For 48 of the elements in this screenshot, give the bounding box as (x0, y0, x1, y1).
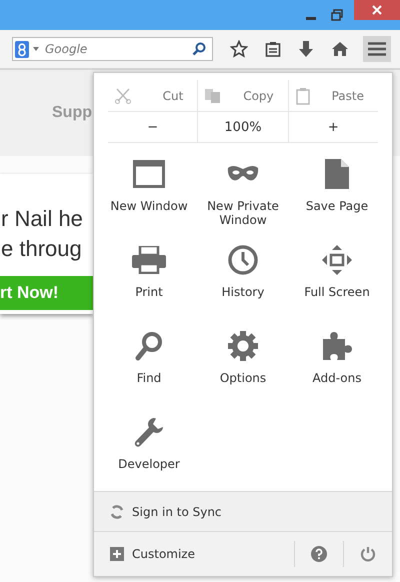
sync-icon (110, 504, 124, 519)
copy-icon (204, 86, 222, 105)
zoom-out-button[interactable]: − (108, 112, 198, 142)
close-icon (371, 4, 383, 16)
headline-text: r Nail he (1, 205, 84, 233)
menu-item[interactable]: Print (102, 243, 196, 330)
search-bar[interactable]: Google (12, 37, 213, 61)
menu-icon (368, 42, 386, 56)
close-button[interactable] (354, 0, 400, 20)
puzzle-icon (321, 331, 353, 362)
clock-icon (228, 245, 258, 276)
scissors-icon (114, 86, 132, 105)
menu-item[interactable]: History (196, 243, 290, 330)
help-icon (311, 546, 327, 562)
minimize-icon (306, 16, 316, 20)
menu-item[interactable]: Options (196, 329, 290, 416)
power-icon (360, 546, 376, 562)
zoom-level: 100% (197, 112, 288, 142)
search-engine-icon[interactable] (15, 40, 29, 58)
page-icon (325, 159, 349, 190)
menu-item[interactable]: Developer (102, 415, 196, 492)
menu-item[interactable]: New Window (102, 157, 196, 244)
customize-button[interactable]: Customize (110, 547, 195, 562)
gear-icon (228, 331, 258, 362)
clipboard-icon (294, 86, 311, 105)
menu-item[interactable]: Find (102, 329, 196, 416)
home-icon[interactable] (331, 41, 349, 57)
printer-icon (132, 246, 166, 274)
caret-icon[interactable] (33, 47, 39, 51)
plus-icon (110, 547, 124, 562)
sign-in-to-sync-button[interactable]: Sign in to Sync (110, 504, 222, 519)
menu-item[interactable]: Full Screen (290, 243, 384, 330)
menu-button[interactable] (363, 36, 391, 62)
wrench-icon (134, 417, 164, 448)
menu-item[interactable]: New Private Window (196, 157, 290, 244)
arrows-icon (322, 245, 352, 276)
window-icon (133, 160, 165, 188)
menu-item[interactable]: Save Page (290, 157, 384, 244)
headline-text: e throug (1, 235, 83, 263)
clipboard-list-icon[interactable] (265, 41, 281, 57)
search-icon (135, 331, 163, 362)
zoom-in-button[interactable]: + (288, 112, 378, 142)
restore-icon (331, 9, 343, 21)
menu-item[interactable]: Add-ons (290, 329, 384, 416)
download-icon[interactable] (298, 40, 314, 58)
search-icon[interactable] (192, 42, 206, 56)
search-field[interactable]: Google (43, 41, 188, 57)
star-icon[interactable] (230, 40, 248, 58)
